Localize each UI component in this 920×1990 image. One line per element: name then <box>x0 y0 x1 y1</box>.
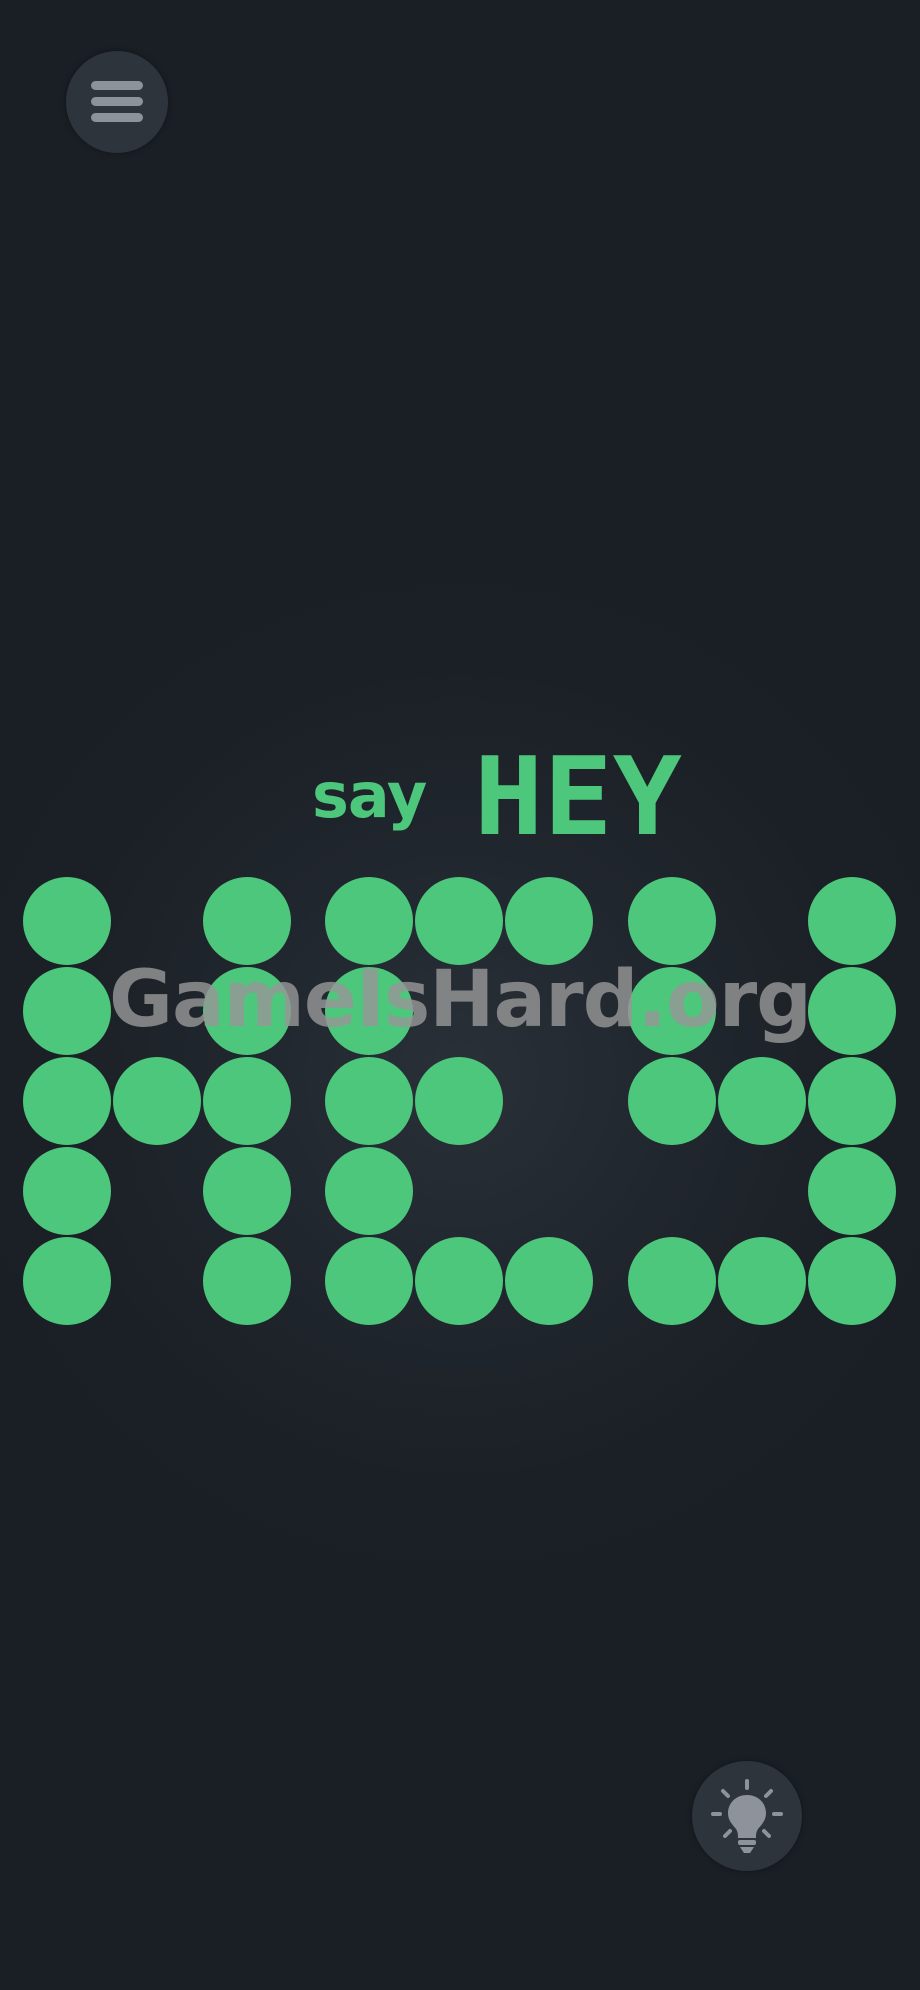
grid-dot[interactable] <box>628 967 716 1055</box>
hamburger-menu-icon-bar <box>91 113 143 122</box>
grid-dot[interactable] <box>325 1147 413 1235</box>
grid-dot[interactable] <box>808 1057 896 1145</box>
grid-dot[interactable] <box>415 877 503 965</box>
grid-dot[interactable] <box>808 877 896 965</box>
lightbulb-icon <box>711 1779 783 1853</box>
grid-dot[interactable] <box>203 1147 291 1235</box>
title-word-blocky: HEY <box>474 750 682 846</box>
title-word: HEY <box>474 750 684 846</box>
menu-button[interactable] <box>66 51 168 153</box>
grid-dot[interactable] <box>325 967 413 1055</box>
grid-dot[interactable] <box>325 1237 413 1325</box>
hamburger-menu-icon <box>91 81 143 90</box>
puzzle-title: say HEY <box>0 748 920 848</box>
grid-dot[interactable] <box>718 1057 806 1145</box>
grid-dot[interactable] <box>325 1057 413 1145</box>
hamburger-menu-icon-bar <box>91 97 143 106</box>
title-prefix: say <box>312 759 427 832</box>
grid-dot[interactable] <box>203 967 291 1055</box>
grid-dot[interactable] <box>23 967 111 1055</box>
watermark-text: GameIsHard.org <box>108 955 812 1045</box>
grid-dot[interactable] <box>113 1057 201 1145</box>
grid-dot[interactable] <box>23 1147 111 1235</box>
grid-dot[interactable] <box>808 1237 896 1325</box>
grid-dot[interactable] <box>808 1147 896 1235</box>
title-word-text: HEY <box>474 750 682 846</box>
grid-dot[interactable] <box>203 1057 291 1145</box>
grid-dot[interactable] <box>415 1057 503 1145</box>
dot-grid <box>0 0 920 1990</box>
grid-dot[interactable] <box>23 1237 111 1325</box>
grid-dot[interactable] <box>628 1057 716 1145</box>
grid-dot[interactable] <box>808 967 896 1055</box>
grid-dot[interactable] <box>718 1237 806 1325</box>
grid-dot[interactable] <box>415 1237 503 1325</box>
grid-dot[interactable] <box>23 877 111 965</box>
grid-dot[interactable] <box>203 877 291 965</box>
grid-dot[interactable] <box>505 1237 593 1325</box>
hint-button[interactable] <box>692 1761 802 1871</box>
grid-dot[interactable] <box>23 1057 111 1145</box>
grid-dot[interactable] <box>628 877 716 965</box>
grid-dot[interactable] <box>505 877 593 965</box>
grid-dot[interactable] <box>325 877 413 965</box>
grid-dot[interactable] <box>628 1237 716 1325</box>
grid-dot[interactable] <box>203 1237 291 1325</box>
